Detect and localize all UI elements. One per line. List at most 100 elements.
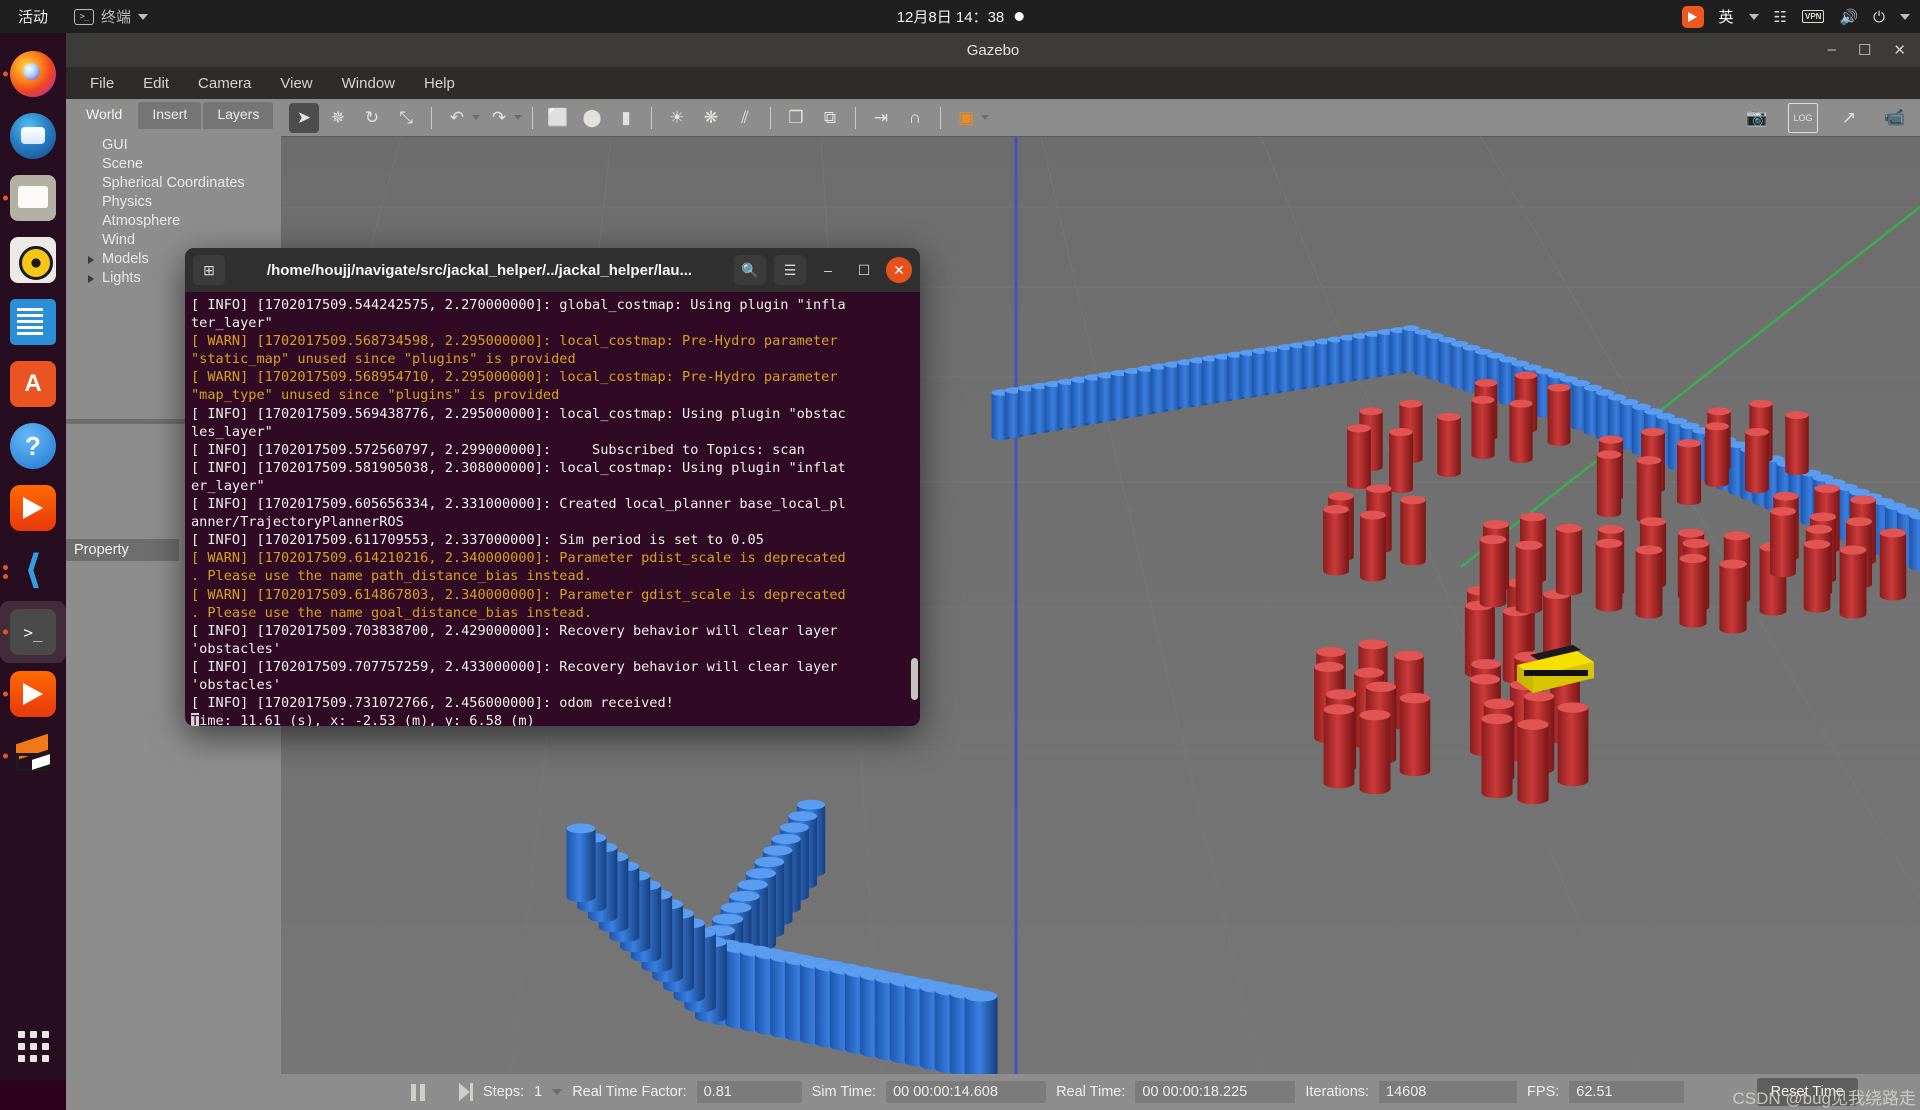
tab-layers[interactable]: Layers [203, 102, 273, 129]
terminal-minimize-button[interactable]: – [814, 256, 842, 284]
snap-icon[interactable]: ∩ [900, 103, 930, 133]
tree-item-wind[interactable]: Wind [84, 230, 281, 249]
system-menu-chevron-down-icon[interactable] [1900, 14, 1910, 20]
minimize-button[interactable]: – [1828, 41, 1836, 59]
tree-item-spherical-coordinates[interactable]: Spherical Coordinates [84, 173, 281, 192]
dock-item-help[interactable]: ? [0, 415, 66, 477]
volume-icon[interactable]: 🔊 [1839, 8, 1858, 26]
menu-file[interactable]: File [78, 71, 126, 96]
terminal-line: [ INFO] [1702017509.544242575, 2.2700000… [191, 296, 914, 314]
steps-chevron-down-icon[interactable] [552, 1089, 562, 1095]
align-icon[interactable]: ⇥ [866, 103, 896, 133]
point-light-icon[interactable]: ☀ [662, 103, 692, 133]
select-mode-icon[interactable]: ➤ [289, 103, 319, 133]
tab-world[interactable]: World [72, 102, 136, 129]
power-icon[interactable]: ⏻ [1873, 8, 1885, 26]
copy-icon[interactable]: ❐ [781, 103, 811, 133]
mpv-icon[interactable] [1682, 6, 1704, 28]
real-time-factor-value: 0.81 [697, 1081, 802, 1103]
dock-item-mpv-2[interactable] [0, 663, 66, 725]
save-log-icon[interactable]: LOG [1788, 103, 1818, 133]
dock-item-terminal[interactable]: >_ [0, 601, 66, 663]
scale-mode-icon[interactable]: ⤡ [391, 103, 421, 133]
activities-button[interactable]: 活动 [0, 6, 64, 27]
box-icon[interactable]: ⬜ [543, 103, 573, 133]
gazebo-status-bar: Steps: 1 Real Time Factor: 0.81 Sim Time… [281, 1074, 1920, 1110]
clock-button[interactable]: 12月8日 14：38 [897, 6, 1024, 27]
plot-icon[interactable]: ↗ [1834, 103, 1864, 133]
menu-help[interactable]: Help [412, 71, 467, 96]
app-menu-button[interactable]: >_ 终端 [64, 6, 158, 27]
dock-item-files[interactable] [0, 167, 66, 229]
terminal-window[interactable]: ⊞ /home/houjj/navigate/src/jackal_helper… [185, 248, 920, 726]
network-icon[interactable]: ☷ [1774, 8, 1787, 26]
real-time-label: Real Time: [1056, 1084, 1125, 1100]
tree-item-scene[interactable]: Scene [84, 154, 281, 173]
menu-window[interactable]: Window [330, 71, 407, 96]
menu-camera[interactable]: Camera [186, 71, 263, 96]
toolbar-separator [532, 107, 533, 129]
tree-item-physics[interactable]: Physics [84, 192, 281, 211]
cylinder-icon[interactable]: ▮ [611, 103, 641, 133]
ubuntu-software-icon: A [10, 361, 56, 407]
tree-item-gui[interactable]: GUI [84, 135, 281, 154]
terminal-output[interactable]: [ INFO] [1702017509.544242575, 2.2700000… [185, 292, 920, 726]
files-icon [10, 175, 56, 221]
terminal-line: [ WARN] [1702017509.614867803, 2.3400000… [191, 586, 914, 604]
search-icon[interactable]: 🔍 [734, 255, 766, 285]
directional-light-icon[interactable]: ⫽ [730, 103, 760, 133]
undo-chevron-down-icon[interactable] [472, 115, 480, 120]
menu-edit[interactable]: Edit [131, 71, 181, 96]
redo-chevron-down-icon[interactable] [514, 115, 522, 120]
step-forward-icon[interactable] [459, 1083, 473, 1101]
terminal-line: er_layer" [191, 477, 914, 495]
firefox-icon [10, 51, 56, 97]
paste-icon[interactable]: ⧉ [815, 103, 845, 133]
material-icon[interactable]: ▣ [951, 103, 981, 133]
hamburger-menu-icon[interactable]: ☰ [774, 255, 806, 285]
show-applications-button[interactable] [0, 1031, 66, 1062]
dock-item-libreoffice-writer[interactable] [0, 291, 66, 353]
tab-insert[interactable]: Insert [138, 102, 201, 129]
dock-item-gazebo[interactable] [0, 725, 66, 787]
vpn-icon[interactable]: VPN [1802, 10, 1824, 23]
undo-icon[interactable]: ↶ [442, 103, 472, 133]
ime-indicator[interactable]: 英 [1719, 6, 1734, 27]
dock-item-rhythmbox[interactable] [0, 229, 66, 291]
thunderbird-icon [10, 113, 56, 159]
rotate-mode-icon[interactable]: ↻ [357, 103, 387, 133]
dock-item-thunderbird[interactable] [0, 105, 66, 167]
tree-item-atmosphere[interactable]: Atmosphere [84, 211, 281, 230]
material-chevron-down-icon[interactable] [981, 115, 989, 120]
dock-item-mpv[interactable] [0, 477, 66, 539]
help-icon: ? [10, 423, 56, 469]
translate-mode-icon[interactable]: ✵ [323, 103, 353, 133]
sim-time-label: Sim Time: [812, 1084, 876, 1100]
sphere-icon[interactable]: ⬤ [577, 103, 607, 133]
terminal-line: 'obstacles' [191, 676, 914, 694]
terminal-close-button[interactable]: ✕ [886, 257, 912, 283]
close-button[interactable]: ✕ [1893, 41, 1906, 59]
menu-view[interactable]: View [268, 71, 324, 96]
pause-icon[interactable] [411, 1084, 425, 1101]
gazebo-toolbar-right: 📷 LOG ↗ 📹 [1742, 103, 1910, 133]
terminal-line: [ INFO] [1702017509.611709553, 2.3370000… [191, 531, 914, 549]
ime-chevron-down-icon[interactable] [1749, 14, 1759, 20]
new-tab-icon[interactable]: ⊞ [193, 255, 225, 285]
terminal-title-bar: ⊞ /home/houjj/navigate/src/jackal_helper… [185, 248, 920, 292]
maximize-button[interactable]: ☐ [1858, 41, 1871, 59]
terminal-line: anner/TrajectoryPlannerROS [191, 513, 914, 531]
record-video-icon[interactable]: 📹 [1880, 103, 1910, 133]
steps-value[interactable]: 1 [534, 1084, 542, 1100]
dock-item-vscode[interactable]: ⟨ [0, 539, 66, 601]
spot-light-icon[interactable]: ❋ [696, 103, 726, 133]
libreoffice-writer-icon [10, 299, 56, 345]
terminal-maximize-button[interactable]: ☐ [850, 256, 878, 284]
terminal-line: les_layer" [191, 423, 914, 441]
terminal-scrollbar[interactable] [911, 658, 918, 700]
redo-icon[interactable]: ↷ [484, 103, 514, 133]
dock-item-firefox[interactable] [0, 43, 66, 105]
screenshot-icon[interactable]: 📷 [1742, 103, 1772, 133]
dock-item-ubuntu-software[interactable]: A [0, 353, 66, 415]
apps-grid-icon [18, 1031, 49, 1062]
